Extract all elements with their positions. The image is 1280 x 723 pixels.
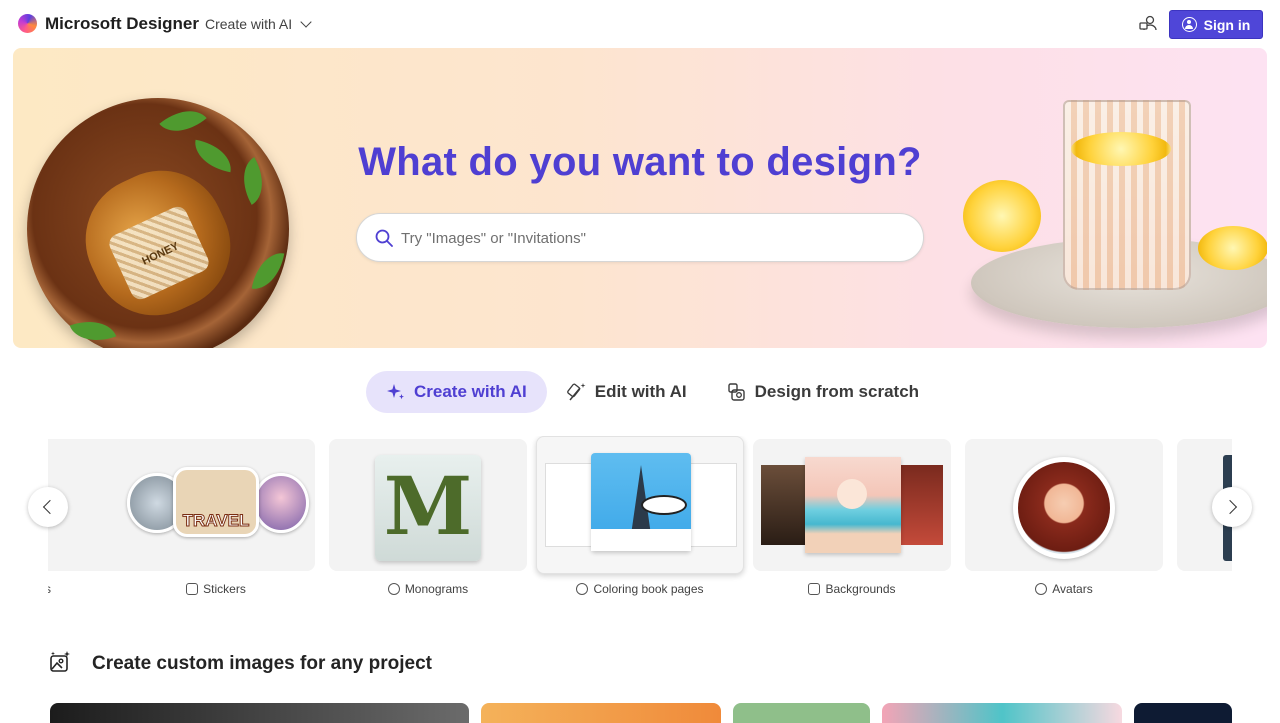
coloring-page-flowers-image	[683, 463, 737, 547]
carousel-next-button[interactable]	[1212, 487, 1252, 527]
project-thumbnail[interactable]	[481, 703, 721, 723]
ground-drawing	[591, 529, 691, 551]
chevron-down-icon	[300, 16, 312, 28]
search-box[interactable]	[356, 213, 924, 262]
tab-create-with-ai[interactable]: Create with AI	[366, 371, 547, 413]
search-input[interactable]	[401, 226, 901, 250]
tab-label: Create with AI	[414, 382, 527, 401]
sun-drawing	[837, 479, 867, 509]
tab-design-from-scratch[interactable]: Design from scratch	[707, 371, 939, 413]
category-card-monograms[interactable]: M	[329, 439, 527, 571]
category-label-backgrounds[interactable]: Backgrounds	[753, 582, 951, 596]
designer-logo-icon[interactable]	[18, 14, 37, 33]
sign-in-label: Sign in	[1203, 16, 1251, 33]
category-label-text: Backgrounds	[825, 582, 896, 596]
lemonade-glass-image	[1063, 100, 1191, 290]
image-sparkle-icon	[50, 651, 70, 672]
category-card-coloring-book-pages[interactable]	[536, 436, 744, 574]
mode-tabs: Create with AI Edit with AI Design from …	[366, 371, 939, 413]
monogram-letter: M	[383, 459, 473, 553]
category-label-avatars[interactable]: Avatars	[965, 582, 1163, 596]
tab-label: Design from scratch	[754, 382, 920, 401]
person-icon	[1181, 17, 1197, 32]
category-label-coloring-book-pages[interactable]: Coloring book pages	[541, 582, 739, 596]
background-beach-image	[805, 457, 901, 553]
magic-wand-icon	[566, 383, 586, 401]
category-label-text: Avatars	[1052, 582, 1093, 596]
project-thumbnail[interactable]	[882, 703, 1122, 723]
chevron-left-icon	[42, 499, 58, 515]
category-carousel: s TRAVEL Stickers M Monograms Coloring b…	[48, 436, 1232, 606]
create-with-ai-menu-label: Create with AI	[205, 16, 293, 32]
project-thumbnail[interactable]	[50, 703, 469, 723]
category-label-stickers[interactable]: Stickers	[117, 582, 315, 596]
carousel-previous-button[interactable]	[28, 487, 68, 527]
image-icon	[808, 583, 821, 595]
hero-title: What do you want to design?	[358, 140, 922, 184]
avatar-icon	[1035, 583, 1048, 595]
avatar-frame	[1013, 457, 1115, 559]
create-with-ai-menu[interactable]: Create with AI	[205, 16, 312, 32]
category-card-avatars[interactable]	[965, 439, 1163, 571]
project-thumbnail[interactable]	[1134, 703, 1232, 723]
sparkle-icon	[387, 384, 404, 400]
travel-sticker-text: TRAVEL	[182, 511, 250, 531]
lemon-wedge-image	[1198, 226, 1267, 270]
top-bar: Microsoft Designer Create with AI Sign i…	[0, 0, 1280, 48]
sticker-icon	[186, 583, 199, 595]
lemon-half-image	[963, 180, 1041, 252]
category-label-text: Monograms	[404, 582, 469, 596]
category-label-monograms[interactable]: Monograms	[329, 582, 527, 596]
monogram-icon	[387, 583, 400, 595]
brand-name[interactable]: Microsoft Designer	[45, 14, 199, 34]
account-switch-icon[interactable]	[1138, 14, 1158, 34]
coloring-page-paris-image	[591, 453, 691, 551]
chevron-right-icon	[1222, 499, 1238, 515]
hero-banner: HONEY What do you want to design?	[13, 48, 1267, 348]
background-cafe-image	[761, 465, 811, 545]
category-label-text: s	[48, 582, 51, 596]
woman-sticker-image	[253, 473, 309, 533]
palette-icon	[576, 583, 589, 595]
section-title: Create custom images for any project	[92, 653, 432, 674]
sign-in-button[interactable]: Sign in	[1169, 10, 1263, 39]
category-card-backgrounds[interactable]	[753, 439, 951, 571]
hat-drawing	[641, 495, 687, 515]
tab-edit-with-ai[interactable]: Edit with AI	[547, 371, 707, 413]
category-label-text: Stickers	[203, 582, 246, 596]
category-label-text: Coloring book pages	[593, 582, 704, 596]
category-card-stickers[interactable]: TRAVEL	[117, 439, 315, 571]
shapes-icon	[727, 383, 745, 401]
tab-label: Edit with AI	[594, 382, 687, 401]
project-thumbnail[interactable]	[733, 703, 870, 723]
avatar-portrait-image	[1018, 462, 1110, 554]
search-icon	[375, 229, 393, 247]
